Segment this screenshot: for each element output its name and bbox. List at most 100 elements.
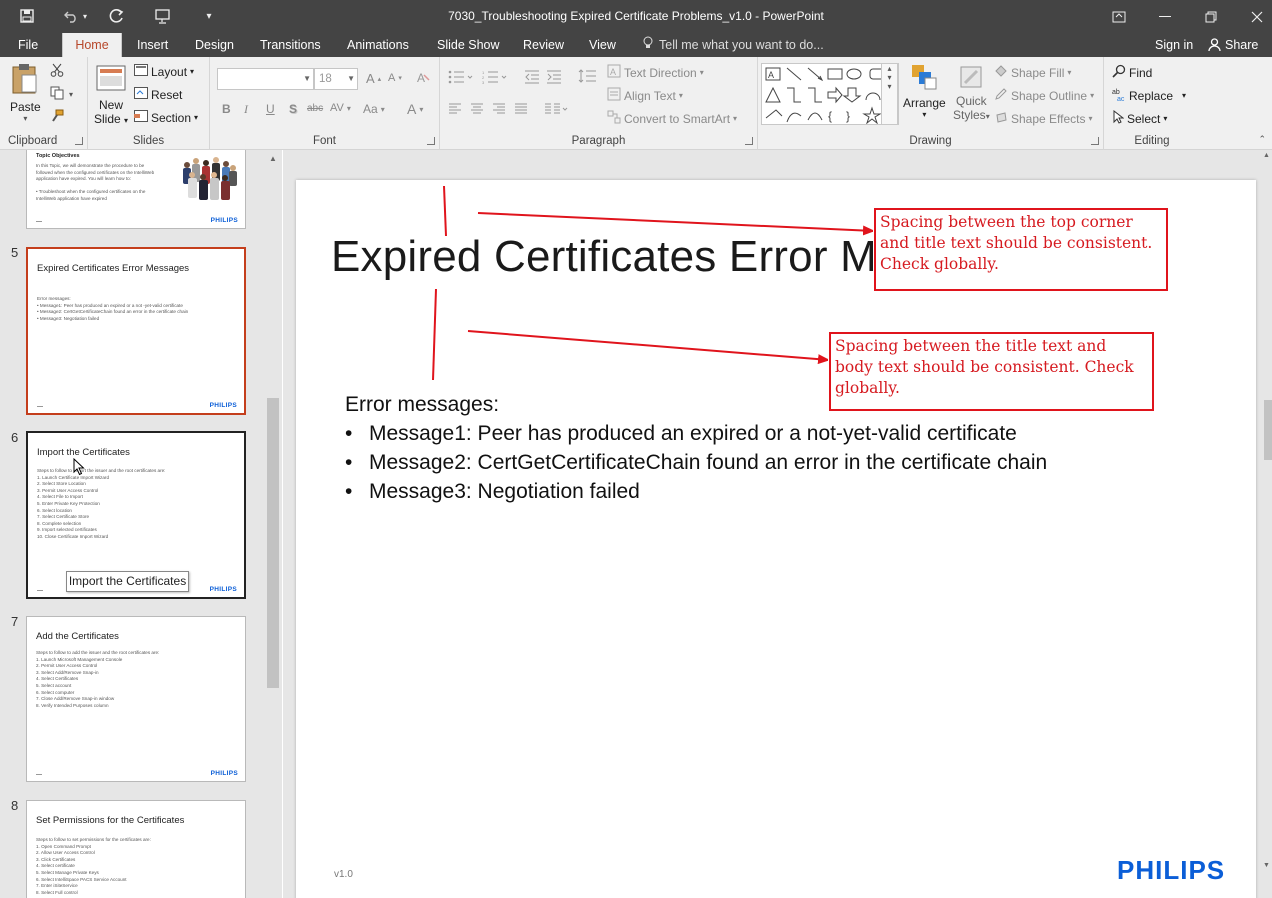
slide-thumbnail-4[interactable]: Topic Objectives In this Topic, we will … — [26, 150, 246, 229]
reset-button[interactable]: Reset — [134, 87, 182, 102]
section-button[interactable]: Section ▾ — [134, 110, 198, 125]
restore-icon[interactable] — [1188, 0, 1234, 33]
justify-icon[interactable] — [514, 103, 528, 115]
arrange-button[interactable]: Arrange ▾ — [903, 63, 946, 119]
slide-scrollbar[interactable]: ▲ ▼ — [1262, 150, 1272, 898]
shape-fill-button[interactable]: Shape Fill ▾ — [994, 64, 1071, 81]
scroll-up-icon[interactable]: ▲ — [269, 154, 277, 163]
arrange-label: Arrange — [903, 96, 946, 110]
tab-file[interactable]: File — [18, 33, 38, 57]
smartart-icon — [607, 110, 621, 127]
increase-font-size-button[interactable]: A ▴ — [366, 71, 381, 86]
align-text-button[interactable]: Align Text ▾ — [607, 87, 683, 104]
editing-group-label: Editing — [1134, 135, 1170, 147]
slide-scrollbar-thumb[interactable] — [1264, 400, 1272, 460]
tab-home[interactable]: Home — [62, 33, 122, 57]
copy-button[interactable]: ▾ — [50, 86, 73, 103]
slide-thumbnail-7[interactable]: Add the Certificates Steps to follow to … — [26, 616, 246, 782]
slides-group: New Slide ▾ Layout ▾ Reset Section ▾ Slide… — [88, 57, 210, 150]
clipboard-group-label: Clipboard — [8, 135, 58, 147]
align-center-icon[interactable] — [470, 103, 484, 115]
scroll-up-icon[interactable]: ▲ — [1263, 152, 1270, 159]
new-slide-button[interactable]: New Slide ▾ — [94, 63, 128, 126]
shapes-gallery-scroll[interactable]: ▴ ▾ ▾ — [881, 63, 898, 125]
close-icon[interactable] — [1234, 0, 1272, 33]
clear-formatting-icon[interactable]: A — [416, 70, 430, 84]
window-title: 7030_Troubleshooting Expired Certificate… — [448, 9, 824, 23]
text-shadow-button[interactable]: S — [289, 102, 297, 116]
clipboard-icon — [11, 63, 39, 98]
clipboard-launcher-icon[interactable] — [75, 137, 83, 145]
reset-label: Reset — [151, 87, 183, 102]
drawing-group-label: Drawing — [909, 135, 952, 147]
sign-in-link[interactable]: Sign in — [1155, 33, 1193, 57]
underline-button[interactable]: U — [266, 102, 275, 116]
font-name-combo[interactable]: ▼ — [217, 68, 314, 90]
shape-effects-button[interactable]: Shape Effects ▾ — [994, 110, 1093, 127]
replace-label: Replace — [1129, 88, 1174, 103]
text-direction-button[interactable]: A Text Direction ▾ — [607, 64, 704, 81]
convert-smartart-button[interactable]: Convert to SmartArt ▾ — [607, 110, 737, 127]
bullets-icon[interactable] — [448, 70, 474, 84]
tab-design[interactable]: Design — [195, 33, 234, 57]
slide-thumbnail-8[interactable]: Set Permissions for the Certificates Ste… — [26, 800, 246, 898]
slide-thumbnail-5[interactable]: Expired Certificates Error Messages Erro… — [26, 247, 246, 415]
thumb-title: Topic Objectives — [36, 153, 80, 159]
increase-indent-icon[interactable] — [546, 70, 562, 84]
quick-styles-label-2: Styles▾ — [953, 108, 990, 122]
find-button[interactable]: Find — [1112, 64, 1152, 81]
tab-insert[interactable]: Insert — [137, 33, 168, 57]
thumbnail-scrollbar-thumb[interactable] — [267, 398, 279, 688]
italic-button[interactable]: I — [244, 102, 248, 117]
numbering-icon[interactable]: 123 — [482, 70, 508, 84]
decrease-indent-icon[interactable] — [524, 70, 540, 84]
format-painter-button[interactable] — [50, 109, 64, 126]
share-button[interactable]: Share — [1208, 33, 1258, 57]
font-size-combo[interactable]: 18 ▼ — [314, 68, 358, 90]
paste-button[interactable]: Paste ▾ — [10, 63, 41, 123]
shapes-gallery[interactable]: A {} — [761, 63, 899, 125]
shape-effects-icon — [994, 110, 1008, 127]
tab-slide-show[interactable]: Slide Show — [437, 33, 500, 57]
quick-styles-icon — [957, 63, 985, 94]
tell-me-box[interactable]: Tell me what you want to do... — [643, 33, 824, 57]
thumb-title: Set Permissions for the Certificates — [36, 815, 185, 826]
tab-view[interactable]: View — [589, 33, 616, 57]
slides-group-label: Slides — [132, 135, 165, 147]
replace-button[interactable]: ab ac Replace ▾ — [1112, 87, 1186, 104]
text-direction-label: Text Direction — [624, 65, 697, 80]
bullet-item: Message2: CertGetCertificateChain found … — [345, 448, 1047, 477]
layout-button[interactable]: Layout ▾ — [134, 64, 194, 79]
change-case-button[interactable]: Aa ▾ — [363, 102, 385, 116]
quick-styles-button[interactable]: Quick Styles▾ — [953, 63, 990, 122]
share-label: Share — [1225, 38, 1259, 52]
ribbon-display-options-icon[interactable] — [1096, 0, 1142, 33]
bullet-item: Message3: Negotiation failed — [345, 477, 1047, 506]
columns-icon[interactable] — [544, 103, 568, 115]
font-group: ▼ 18 ▼ A ▴ A ▾ A B I U S abc AV ▾ Aa ▾ A ▾ Fon… — [210, 57, 440, 150]
line-spacing-icon[interactable] — [578, 68, 600, 84]
thumb-philips-logo: PHILIPS — [210, 217, 238, 224]
paragraph-launcher-icon[interactable] — [745, 137, 753, 145]
drawing-launcher-icon[interactable] — [1091, 137, 1099, 145]
scroll-down-icon[interactable]: ▼ — [1263, 862, 1270, 869]
font-launcher-icon[interactable] — [427, 137, 435, 145]
decrease-font-size-button[interactable]: A ▾ — [388, 72, 402, 84]
strikethrough-button[interactable]: abc — [307, 103, 323, 114]
font-color-button[interactable]: A ▾ — [407, 101, 423, 117]
collapse-ribbon-icon[interactable]: ⌃ — [1258, 134, 1266, 145]
cut-button[interactable] — [50, 63, 64, 80]
new-slide-label-1: New — [99, 98, 124, 112]
tab-transitions[interactable]: Transitions — [260, 33, 321, 57]
minimize-icon[interactable] — [1142, 0, 1188, 33]
shape-outline-button[interactable]: Shape Outline ▾ — [994, 87, 1094, 104]
convert-smartart-label: Convert to SmartArt — [624, 111, 731, 126]
thumbnail-scrollbar[interactable]: ▲ — [264, 150, 282, 898]
tab-animations[interactable]: Animations — [347, 33, 409, 57]
align-right-icon[interactable] — [492, 103, 506, 115]
select-button[interactable]: Select ▾ — [1112, 109, 1167, 127]
align-left-icon[interactable] — [448, 103, 462, 115]
character-spacing-button[interactable]: AV ▾ — [330, 102, 351, 114]
bold-button[interactable]: B — [222, 102, 231, 116]
tab-review[interactable]: Review — [523, 33, 564, 57]
